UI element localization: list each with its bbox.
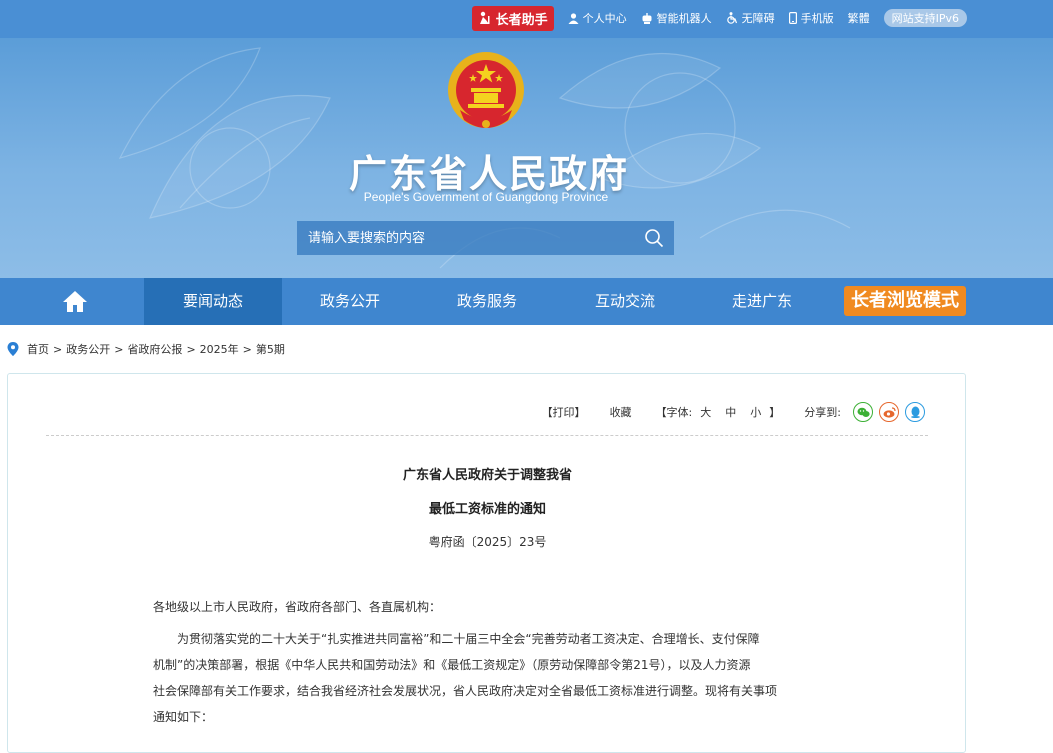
print-button[interactable]: 【打印】 <box>542 404 586 420</box>
article-title-line2: 最低工资标准的通知 <box>428 502 546 517</box>
user-icon <box>568 12 579 24</box>
qq-share-button[interactable] <box>905 402 925 422</box>
wechat-icon <box>857 407 870 417</box>
wechat-share-button[interactable] <box>853 402 873 422</box>
article-title-line1: 广东省人民政府关于调整我省 <box>402 468 572 483</box>
weibo-icon <box>883 406 896 418</box>
ipv6-badge: 网站支持IPv6 <box>883 9 967 27</box>
document-number: 粤府函〔2025〕23号 <box>428 535 547 549</box>
article-tools: 【打印】 收藏 【字体: 大 中 小 】 分享到: <box>542 402 925 422</box>
tab-interaction[interactable]: 互动交流 <box>556 278 694 325</box>
traditional-link[interactable]: 繁體 <box>848 10 870 26</box>
breadcrumb-issue[interactable]: 第5期 <box>256 341 285 357</box>
article-body-line: 机制”的决策部署，根据《中华人民共和国劳动法》和《最低工资规定》（原劳动保障部令… <box>153 658 751 672</box>
breadcrumb-home[interactable]: 首页 <box>27 341 49 357</box>
breadcrumb-sep: > <box>114 342 124 356</box>
article-card: 【打印】 收藏 【字体: 大 中 小 】 分享到: 广东省人民政府关于调整我省 … <box>7 373 966 753</box>
personal-center-label: 个人中心 <box>582 12 627 25</box>
accessibility-label: 无障碍 <box>741 12 775 25</box>
favorite-button[interactable]: 收藏 <box>610 404 632 420</box>
search-icon <box>645 229 664 248</box>
accessibility-link[interactable]: 无障碍 <box>726 10 775 26</box>
font-medium-button[interactable]: 中 <box>725 404 736 420</box>
elder-helper-button[interactable]: 长者助手 <box>471 5 554 31</box>
tab-about-guangdong[interactable]: 走进广东 <box>693 278 831 325</box>
tab-government-services[interactable]: 政务服务 <box>418 278 556 325</box>
location-pin-icon <box>7 342 19 356</box>
article-body-line: 社会保障部有关工作要求，结合我省经济社会发展状况，省人民政府决定对全省最低工资标… <box>153 684 778 698</box>
breadcrumb-gazette[interactable]: 省政府公报 <box>127 341 182 357</box>
elder-icon <box>479 11 490 24</box>
search-button[interactable] <box>634 221 674 255</box>
robot-icon <box>642 12 652 24</box>
national-emblem-icon <box>448 52 524 128</box>
font-size-control: 【字体: 大 中 小 】 <box>656 404 781 420</box>
top-bar: 长者助手 个人中心 智能机器人 无障碍 手机版 繁體 网站支持IPv6 <box>0 0 1053 38</box>
robot-link[interactable]: 智能机器人 <box>641 10 712 26</box>
mobile-link[interactable]: 手机版 <box>788 10 834 26</box>
search-box <box>297 221 674 255</box>
font-large-button[interactable]: 大 <box>700 404 711 420</box>
home-button[interactable] <box>60 288 90 316</box>
share-buttons <box>853 402 925 422</box>
traditional-label: 繁體 <box>847 12 870 25</box>
elder-helper-label: 长者助手 <box>495 12 548 28</box>
mobile-label: 手机版 <box>800 12 834 25</box>
tab-government-affairs[interactable]: 政务公开 <box>281 278 419 325</box>
breadcrumb-government-affairs[interactable]: 政务公开 <box>66 341 110 357</box>
article-body-line: 为贯彻落实党的二十大关于“扎实推进共同富裕”和二十届三中全会“完善劳动者工资决定… <box>177 632 760 646</box>
breadcrumb-sep: > <box>242 342 252 356</box>
font-small-button[interactable]: 小 <box>750 404 761 420</box>
personal-center-link[interactable]: 个人中心 <box>568 10 627 26</box>
font-size-close: 】 <box>769 406 781 419</box>
phone-icon <box>788 12 797 24</box>
tools-divider <box>46 435 928 436</box>
home-icon <box>63 291 87 312</box>
tab-news[interactable]: 要闻动态 <box>144 278 282 325</box>
wheelchair-icon <box>726 12 737 24</box>
article-salutation: 各地级以上市人民政府，省政府各部门、各直属机构： <box>153 600 442 614</box>
breadcrumb-sep: > <box>186 342 196 356</box>
search-input[interactable] <box>297 221 634 255</box>
article-body-line: 通知如下： <box>153 710 214 724</box>
font-size-label: 【字体: <box>655 406 693 419</box>
weibo-share-button[interactable] <box>879 402 899 422</box>
breadcrumb: 首页 > 政务公开 > 省政府公报 > 2025年 > 第5期 <box>7 340 285 358</box>
breadcrumb-sep: > <box>53 342 63 356</box>
top-bar-items: 长者助手 个人中心 智能机器人 无障碍 手机版 繁體 网站支持IPv6 <box>471 4 967 32</box>
site-subtitle: People's Government of Guangdong Provinc… <box>363 190 609 204</box>
breadcrumb-year[interactable]: 2025年 <box>200 341 239 357</box>
qq-icon <box>910 406 920 418</box>
robot-label: 智能机器人 <box>656 12 712 25</box>
elder-mode-button[interactable]: 长者浏览模式 <box>844 286 966 316</box>
main-nav: 要闻动态 政务公开 政务服务 互动交流 走进广东 长者浏览模式 <box>0 278 1053 325</box>
header-banner: 广东省人民政府 People's Government of Guangdong… <box>0 38 1053 278</box>
share-label: 分享到: <box>804 406 841 419</box>
